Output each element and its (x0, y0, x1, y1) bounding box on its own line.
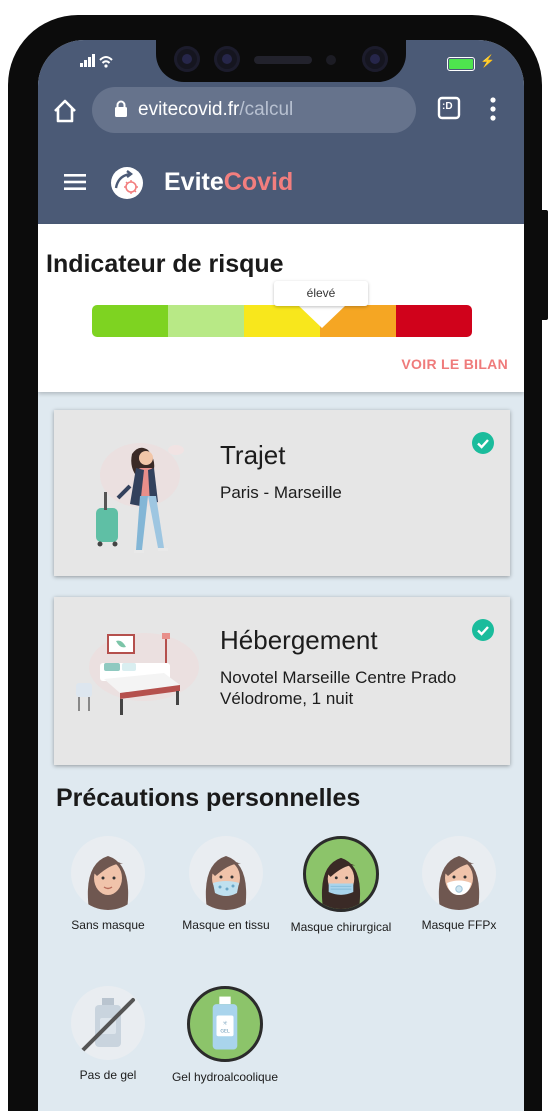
risk-gauge (92, 305, 472, 337)
trip-title: Trajet (220, 440, 286, 470)
lock-icon (115, 100, 127, 117)
hamburger-menu-icon[interactable] (64, 173, 86, 191)
face-cloth-mask-icon (189, 836, 263, 910)
mask-option-cloth[interactable]: Masque en tissu (171, 836, 281, 932)
silent-switch (8, 160, 16, 204)
lodging-details: Novotel Marseille Centre Prado Vélodrome… (220, 668, 457, 708)
address-bar[interactable]: evitecovid.fr/calcul (92, 87, 416, 133)
gel-bottle-icon: ☼ GEL (187, 986, 263, 1062)
notch (156, 40, 406, 82)
speaker (254, 56, 312, 64)
risk-segment-1 (92, 305, 168, 337)
volume-up-button (8, 238, 16, 322)
url-text: evitecovid.fr/calcul (138, 99, 293, 121)
option-label: Masque FFPx (421, 918, 497, 932)
face-surgical-mask-icon (303, 836, 379, 912)
brand-part2: Covid (223, 168, 294, 196)
url-path: /calcul (239, 99, 294, 120)
no-gel-icon (71, 986, 145, 1060)
gel-option-none[interactable]: Pas de gel (53, 986, 163, 1082)
risk-segment-5 (396, 305, 472, 337)
camera-icon (214, 46, 240, 72)
evitecovid-logo-icon (111, 167, 143, 199)
tabs-button[interactable]: :D (436, 95, 462, 121)
camera-icon (174, 46, 200, 72)
trip-card[interactable]: Trajet Paris - Marseille (54, 410, 510, 576)
see-summary-link[interactable]: VOIR LE BILAN (401, 356, 508, 372)
mask-option-surgical[interactable]: Masque chirurgical (286, 836, 396, 934)
sensor (326, 55, 336, 65)
bedroom-illustration (76, 633, 199, 715)
charging-icon: ⚡ (480, 54, 495, 68)
brand-part1: Evite (164, 168, 224, 196)
risk-title: Indicateur de risque (46, 250, 284, 278)
risk-indicator-panel: Indicateur de risque élevé VOIR LE BILAN (38, 224, 524, 392)
app-header: EviteCovid (38, 142, 524, 224)
lodging-title: Hébergement (220, 625, 378, 655)
lodging-card[interactable]: Hébergement Novotel Marseille Centre Pra… (54, 597, 510, 765)
precautions-title: Précautions personnelles (56, 784, 361, 812)
camera-icon (362, 46, 388, 72)
option-label: Pas de gel (79, 1068, 137, 1082)
traveler-illustration (96, 443, 184, 553)
svg-text:☼: ☼ (222, 1020, 227, 1027)
home-icon[interactable] (52, 98, 78, 124)
face-no-mask-icon (71, 836, 145, 910)
option-label: Sans masque (71, 918, 145, 932)
option-label: Gel hydroalcoolique (171, 1070, 279, 1084)
check-icon (472, 432, 494, 454)
mask-option-ffp[interactable]: Masque FFPx (404, 836, 514, 932)
tabs-label: :D (442, 101, 453, 112)
browser-toolbar: evitecovid.fr/calcul :D (38, 82, 524, 142)
option-label: Masque chirurgical (290, 920, 392, 934)
app-brand[interactable]: EviteCovid (164, 168, 293, 197)
mask-option-none[interactable]: Sans masque (53, 836, 163, 932)
svg-text:GEL: GEL (220, 1029, 230, 1035)
risk-pointer (299, 306, 345, 328)
volume-down-button (8, 342, 16, 426)
face-ffp-mask-icon (422, 836, 496, 910)
trip-route: Paris - Marseille (220, 483, 342, 502)
battery-icon (447, 57, 475, 71)
signal-icon (80, 54, 114, 71)
screen: ⚡ evitecovid.fr/calcul :D EviteCovid Ind… (38, 40, 524, 1111)
risk-level-label: élevé (274, 281, 368, 306)
power-button (540, 210, 548, 320)
risk-segment-2 (168, 305, 244, 337)
more-options-icon[interactable] (486, 96, 500, 124)
check-icon (472, 619, 494, 641)
option-label: Masque en tissu (182, 918, 270, 932)
gel-option-hydroalcoholic[interactable]: ☼ GEL Gel hydroalcoolique (170, 986, 280, 1084)
url-domain: evitecovid.fr (138, 99, 240, 120)
